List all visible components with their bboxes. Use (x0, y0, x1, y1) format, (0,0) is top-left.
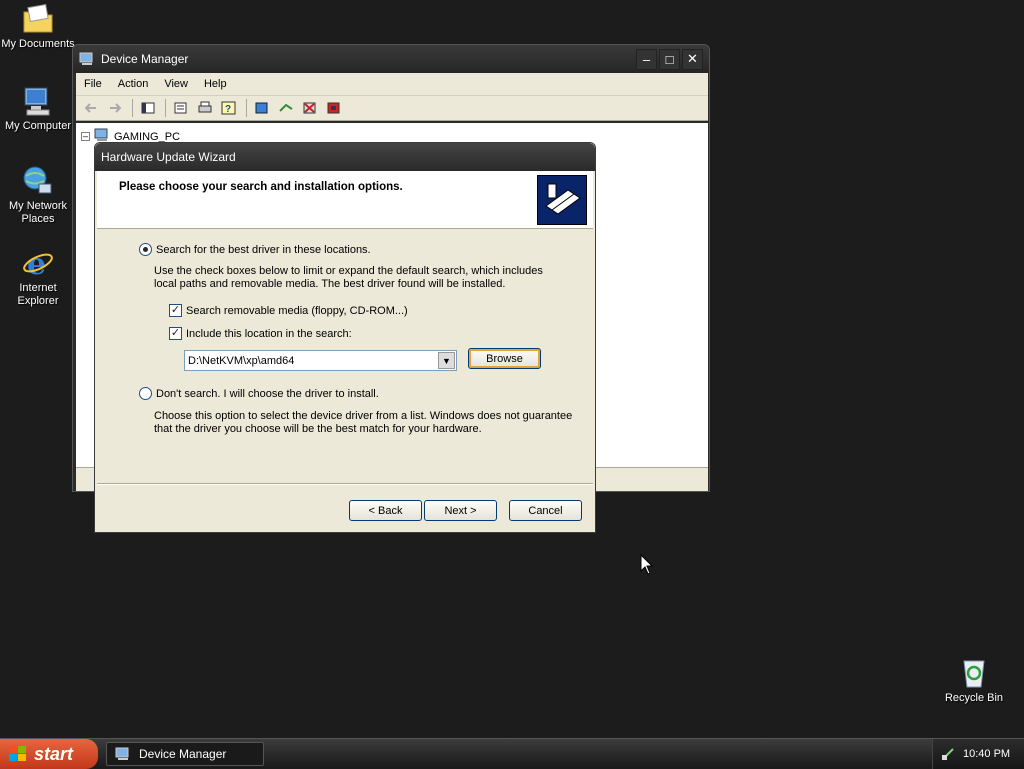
chevron-down-icon[interactable]: ▼ (438, 352, 455, 369)
check-removable-checkbox[interactable]: ✓ (169, 304, 182, 317)
forward-arrow-icon[interactable] (106, 100, 124, 116)
computer-icon (115, 747, 131, 761)
toolbar-separator (246, 99, 247, 117)
desktop-icon-label: My Computer (4, 120, 72, 132)
minimize-button[interactable]: – (636, 48, 657, 70)
option-manual-radio[interactable] (139, 387, 152, 400)
desktop-icon-label: My Documents (1, 38, 75, 50)
menu-bar: File Action View Help (76, 73, 708, 95)
disable-device-icon[interactable] (325, 100, 343, 116)
desktop-icon-my-network-places[interactable]: My Network Places (0, 164, 78, 226)
wizard-separator (97, 483, 593, 485)
desktop-icon-my-computer[interactable]: My Computer (0, 84, 78, 133)
ie-icon: e (21, 246, 55, 282)
next-button[interactable]: Next > (424, 500, 497, 521)
svg-text:?: ? (225, 104, 231, 115)
location-combobox[interactable]: D:\NetKVM\xp\amd64 ▼ (184, 350, 457, 371)
toolbar: ? (76, 95, 708, 121)
start-button[interactable]: start (0, 739, 98, 769)
hardware-card-icon (537, 175, 587, 225)
device-manager-titlebar[interactable]: Device Manager – □ ✕ (73, 45, 709, 73)
tree-root-label: GAMING_PC (114, 130, 181, 143)
network-icon (21, 164, 55, 198)
recycle-bin-icon (957, 656, 991, 690)
system-tray: 10:40 PM (932, 739, 1024, 769)
browse-button[interactable]: Browse (468, 348, 541, 369)
wizard-title: Hardware Update Wizard (101, 150, 236, 164)
menu-action[interactable]: Action (118, 78, 149, 90)
folder-icon (21, 2, 55, 36)
start-label: start (34, 743, 74, 764)
hardware-update-wizard: Hardware Update Wizard Please choose you… (94, 142, 596, 533)
print-icon[interactable] (196, 100, 214, 116)
check-location-label: Include this location in the search: (186, 327, 352, 340)
toolbar-separator (165, 99, 166, 117)
option-search-row[interactable]: Search for the best driver in these loca… (139, 243, 371, 256)
wizard-header: Please choose your search and installati… (97, 171, 593, 229)
clock[interactable]: 10:40 PM (963, 748, 1010, 760)
taskbar-item-device-manager[interactable]: Device Manager (106, 742, 264, 766)
desktop-icon-label: Internet Explorer (17, 282, 59, 307)
taskbar: start Device Manager 10:40 PM (0, 738, 1024, 769)
maximize-button[interactable]: □ (659, 48, 680, 70)
properties-icon[interactable] (172, 100, 190, 116)
menu-file[interactable]: File (84, 78, 102, 90)
check-removable-row[interactable]: ✓ Search removable media (floppy, CD-ROM… (169, 304, 408, 317)
option-search-label: Search for the best driver in these loca… (156, 243, 371, 256)
show-hide-console-tree-icon[interactable] (139, 100, 157, 116)
close-button[interactable]: ✕ (682, 48, 703, 70)
wizard-header-title: Please choose your search and installati… (119, 181, 403, 193)
wizard-titlebar[interactable]: Hardware Update Wizard (95, 143, 595, 171)
toolbar-separator (132, 99, 133, 117)
collapse-icon[interactable]: – (81, 132, 90, 141)
taskbar-item-label: Device Manager (139, 747, 227, 761)
windows-logo-icon (8, 745, 28, 763)
back-arrow-icon[interactable] (82, 100, 100, 116)
computer-icon (21, 84, 55, 118)
menu-help[interactable]: Help (204, 78, 227, 90)
desktop-icon-my-documents[interactable]: My Documents (0, 2, 78, 51)
cancel-button[interactable]: Cancel (509, 500, 582, 521)
option-manual-label: Don't search. I will choose the driver t… (156, 387, 379, 400)
scan-hardware-icon[interactable] (253, 100, 271, 116)
option-search-description: Use the check boxes below to limit or ex… (154, 265, 543, 290)
check-removable-label: Search removable media (floppy, CD-ROM..… (186, 304, 408, 317)
desktop-icon-label: Recycle Bin (944, 692, 1004, 704)
menu-view[interactable]: View (164, 78, 188, 90)
option-search-radio[interactable] (139, 243, 152, 256)
mouse-cursor-icon (640, 553, 654, 576)
desktop-icon-internet-explorer[interactable]: e Internet Explorer (0, 246, 78, 308)
computer-icon (79, 52, 95, 66)
option-manual-description: Choose this option to select the device … (154, 410, 573, 435)
svg-text:e: e (27, 247, 46, 280)
update-driver-icon[interactable] (277, 100, 295, 116)
window-title: Device Manager (101, 52, 189, 66)
desktop-icon-recycle-bin[interactable]: Recycle Bin (934, 656, 1014, 705)
back-button[interactable]: < Back (349, 500, 422, 521)
check-location-checkbox[interactable]: ✓ (169, 327, 182, 340)
desktop-icon-label: My Network Places (8, 200, 68, 225)
check-location-row[interactable]: ✓ Include this location in the search: (169, 327, 352, 340)
location-value: D:\NetKVM\xp\amd64 (188, 354, 295, 367)
help-icon[interactable]: ? (220, 100, 238, 116)
uninstall-icon[interactable] (301, 100, 319, 116)
network-connection-icon[interactable] (941, 747, 955, 761)
option-manual-row[interactable]: Don't search. I will choose the driver t… (139, 387, 379, 400)
